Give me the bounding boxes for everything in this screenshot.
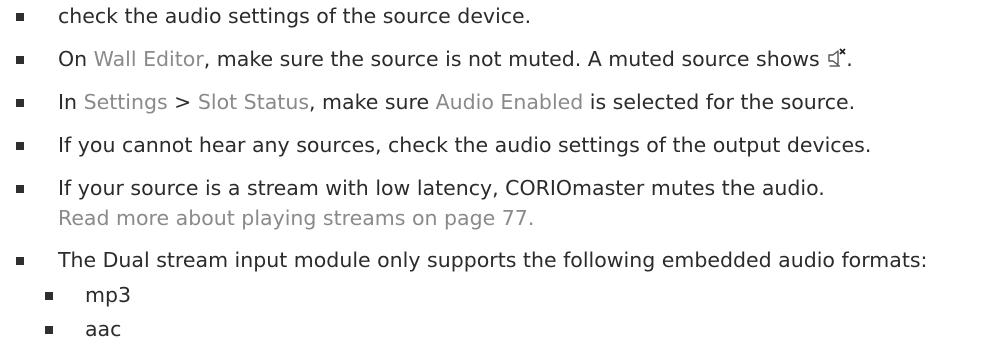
bullet: [45, 326, 53, 334]
wall-editor-link[interactable]: Wall Editor: [94, 47, 204, 71]
bullet: [16, 142, 24, 150]
item-text: The Dual stream input module only suppor…: [58, 248, 928, 272]
bullet: [16, 257, 24, 265]
bullet: [16, 13, 24, 21]
item-prefix: On: [58, 47, 94, 71]
item-text: mp3: [85, 283, 132, 307]
list-item: The Dual stream input module only suppor…: [16, 246, 928, 274]
list-item: If you cannot hear any sources, check th…: [16, 131, 872, 159]
list-item: If your source is a stream with low late…: [16, 174, 825, 202]
list-item: In Settings > Slot Status, make sure Aud…: [16, 88, 856, 116]
list-item: On Wall Editor, make sure the source is …: [16, 45, 853, 76]
bullet: [16, 99, 24, 107]
slot-status-link[interactable]: Slot Status: [198, 90, 309, 114]
bullet: [16, 56, 24, 64]
item-text: If you cannot hear any sources, check th…: [58, 133, 872, 157]
read-more-link[interactable]: Read more about playing streams on page …: [58, 204, 534, 232]
item-text: is selected for the source.: [583, 90, 856, 114]
bullet: [45, 292, 53, 300]
sub-list-item: aac: [45, 315, 122, 343]
muted-speaker-icon: [826, 47, 846, 76]
item-prefix: In: [58, 90, 84, 114]
read-more-link-text[interactable]: Read more about playing streams on page …: [58, 206, 534, 230]
item-text: , make sure the source is not muted. A m…: [203, 47, 820, 71]
breadcrumb-separator: >: [167, 90, 198, 114]
audio-enabled-link[interactable]: Audio Enabled: [436, 90, 584, 114]
item-end: .: [846, 47, 853, 71]
sub-list-item: mp3: [45, 281, 132, 309]
document-page: check the audio settings of the source d…: [0, 0, 1002, 347]
item-text: aac: [85, 317, 122, 341]
item-mid: , make sure: [309, 90, 436, 114]
bullet: [16, 185, 24, 193]
list-item: check the audio settings of the source d…: [16, 2, 532, 30]
settings-link[interactable]: Settings: [84, 90, 168, 114]
item-text: If your source is a stream with low late…: [58, 176, 825, 200]
item-text: check the audio settings of the source d…: [58, 4, 532, 28]
